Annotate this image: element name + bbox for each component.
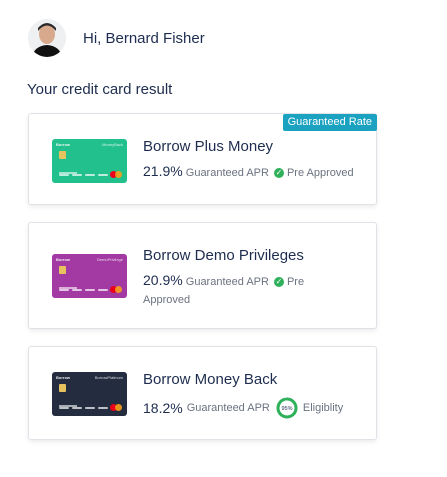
check-icon: ✓ <box>273 168 284 179</box>
avatar <box>28 19 66 57</box>
apr-value: 20.9% <box>143 272 183 288</box>
apr-value: 18.2% <box>143 400 183 416</box>
card-name-text: MoneyBack <box>102 142 123 147</box>
apr-label: Guaranteed APR <box>185 167 269 179</box>
credit-card-image: Borrow MoneyBack <box>52 139 127 183</box>
eligibility-ring-icon: 95% <box>276 397 298 419</box>
greeting-header: Hi, Bernard Fisher <box>28 19 205 57</box>
credit-card-image: Borrow DemoPrivilege <box>52 254 127 298</box>
card-holder-placeholder <box>59 172 77 174</box>
mastercard-icon <box>110 171 122 178</box>
mastercard-icon <box>110 404 122 411</box>
section-title: Your credit card result <box>27 81 173 98</box>
user-avatar-icon <box>28 19 66 57</box>
card-meta: 18.2% Guaranteed APR 95% Eligiblity <box>143 397 363 419</box>
card-holder-placeholder <box>59 405 77 407</box>
eligibility-label: Eligiblity <box>302 402 344 414</box>
apr-label: Guaranteed APR <box>185 276 269 288</box>
mastercard-icon <box>110 286 122 293</box>
card-name-text: BorrowPlatinum <box>94 375 123 380</box>
guaranteed-rate-badge: Guaranteed Rate <box>282 114 377 131</box>
check-icon: ✓ <box>273 277 284 288</box>
card-name-text: DemoPrivilege <box>96 257 123 262</box>
card-holder-placeholder <box>59 287 77 289</box>
greeting-text: Hi, Bernard Fisher <box>83 29 205 47</box>
apr-value: 21.9% <box>143 163 183 179</box>
card-brand-text: Borrow <box>56 142 70 147</box>
credit-card-result-2[interactable]: Borrow DemoPrivilege Borrow Demo Privile… <box>28 222 377 329</box>
card-title[interactable]: Borrow Money Back <box>143 371 277 388</box>
card-title[interactable]: Borrow Demo Privileges <box>143 247 304 264</box>
card-brand-text: Borrow <box>56 257 70 262</box>
card-meta: 21.9% Guaranteed APR ✓ Pre Approved <box>143 162 363 182</box>
card-meta: 20.9% Guaranteed APR ✓ Pre Approved <box>143 271 318 309</box>
card-chip-icon <box>59 384 66 392</box>
card-chip-icon <box>59 151 66 159</box>
credit-card-result-3[interactable]: Borrow BorrowPlatinum Borrow Money Back … <box>28 346 377 440</box>
apr-label: Guaranteed APR <box>186 402 270 414</box>
card-brand-text: Borrow <box>56 375 70 380</box>
card-title[interactable]: Borrow Plus Money <box>143 138 273 155</box>
credit-card-image: Borrow BorrowPlatinum <box>52 372 127 416</box>
card-chip-icon <box>59 266 66 274</box>
status-text: Pre Approved <box>286 167 354 179</box>
eligibility-percent: 95% <box>281 406 292 412</box>
credit-card-result-1[interactable]: Guaranteed Rate Borrow MoneyBack Borrow … <box>28 113 377 205</box>
